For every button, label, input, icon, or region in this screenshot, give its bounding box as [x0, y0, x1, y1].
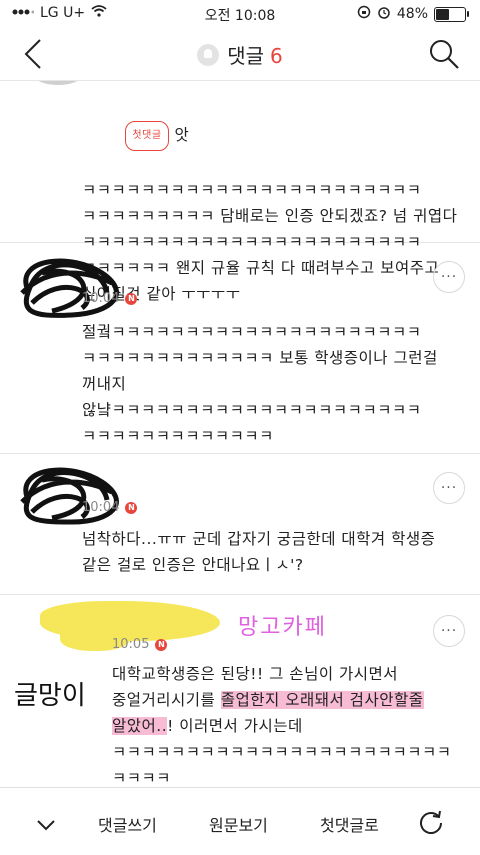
comment-time: 10:04 — [82, 500, 120, 515]
more-options-button[interactable]: ··· — [433, 261, 465, 293]
comment-list[interactable]: 첫댓글 앗 ㅋㅋㅋㅋㅋㅋㅋㅋㅋㅋㅋㅋㅋㅋㅋㅋㅋㅋㅋㅋㅋㅋㅋ ㅋㅋㅋㅋㅋㅋㅋㅋㅋ 담… — [0, 81, 480, 787]
alarm-icon — [377, 5, 391, 23]
more-options-button[interactable]: ··· — [433, 615, 465, 647]
new-badge: N — [125, 292, 138, 305]
handwritten-label: 망고카페 — [238, 615, 327, 640]
avatar — [38, 81, 78, 85]
handwritten-name: 글망이 — [14, 681, 86, 711]
comment-text: 대학교학생증은 된당!! 그 손님이 가시면서 중얼거리시기를 졸업한지 오래돼… — [112, 665, 452, 787]
bottom-toolbar: 댓글쓰기 원문보기 첫댓글로 — [0, 787, 480, 855]
status-bar: LG U+ 오전 10:08 48% — [0, 0, 480, 28]
page-title: 댓글 6 — [0, 40, 480, 69]
comment-text: 넘착하다...ㅠㅠ 군데 갑자기 궁금한데 대학겨 학생증 같은 걸로 인증은 … — [82, 530, 436, 574]
write-comment-button[interactable]: 댓글쓰기 — [98, 812, 157, 836]
battery-icon — [434, 6, 469, 22]
avatar — [20, 258, 119, 318]
comment-text: 절궠ㅋㅋㅋㅋㅋㅋㅋㅋㅋㅋㅋㅋㅋㅋㅋㅋㅋㅋㅋㅋㅋ ㅋㅋㅋㅋㅋㅋㅋㅋㅋㅋㅋㅋㅋ 보통… — [82, 323, 438, 445]
header: 댓글 6 — [0, 28, 480, 81]
refresh-icon — [420, 810, 442, 834]
first-comment-button[interactable]: 첫댓글로 — [320, 812, 379, 836]
battery-percent: 48% — [396, 6, 428, 22]
comment-item: 10:04 N ··· 절궠ㅋㅋㅋㅋㅋㅋㅋㅋㅋㅋㅋㅋㅋㅋㅋㅋㅋㅋㅋㅋㅋ ㅋㅋㅋㅋ… — [0, 243, 480, 454]
first-comment-badge: 첫댓글 — [125, 121, 169, 151]
avatar — [20, 467, 119, 525]
comment-time: 10:04 — [82, 291, 120, 306]
highlighted-text: 알았어.. — [112, 717, 168, 735]
view-original-button[interactable]: 원문보기 — [209, 812, 268, 836]
bell-icon[interactable] — [197, 44, 220, 66]
new-badge: N — [125, 501, 138, 514]
new-badge: N — [155, 638, 168, 651]
comment-time: 10:05 — [112, 637, 150, 652]
rotation-lock-icon — [357, 5, 371, 23]
comment-item: 망고카페 10:05 N ··· 글망이 대학교학생증은 된당!! 그 손님이 … — [0, 595, 480, 787]
chevron-down-icon — [37, 820, 55, 831]
comment-item: 10:04 N ··· 넘착하다...ㅠㅠ 군데 갑자기 궁금한데 대학겨 학생… — [0, 454, 480, 595]
search-icon — [430, 40, 459, 69]
highlighted-text: 졸업한지 오래돼서 검사안할줄 — [220, 691, 424, 709]
comment-item: 첫댓글 앗 ㅋㅋㅋㅋㅋㅋㅋㅋㅋㅋㅋㅋㅋㅋㅋㅋㅋㅋㅋㅋㅋㅋㅋ ㅋㅋㅋㅋㅋㅋㅋㅋㅋ 담… — [0, 81, 480, 303]
more-options-button[interactable]: ··· — [433, 472, 465, 504]
comment-count: 6 — [270, 44, 283, 68]
search-button[interactable] — [428, 38, 460, 74]
collapse-button[interactable] — [36, 816, 56, 835]
refresh-button[interactable] — [418, 808, 444, 838]
